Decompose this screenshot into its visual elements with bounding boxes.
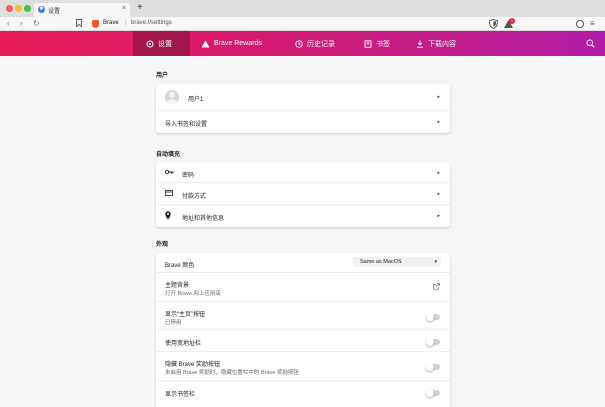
new-tab-button[interactable]: + (137, 2, 143, 13)
import-bookmarks-row[interactable]: 导入书签和设置 ▸ (156, 111, 450, 133)
wide-address-toggle[interactable] (426, 338, 440, 346)
payment-label: 付款方式 (182, 194, 207, 200)
hide-rewards-toggle[interactable] (426, 363, 440, 371)
wide-address-label: 使用宽地址栏 (165, 341, 202, 347)
chevron-right-icon: ▸ (437, 170, 440, 176)
autofill-card: 密码 ▸ 付款方式 ▸ 地址和其他信息 ▸ (156, 162, 450, 227)
nav-history[interactable]: 历史记录 (295, 31, 335, 56)
external-link-icon[interactable] (433, 283, 440, 290)
zoom-window-button[interactable] (24, 5, 31, 12)
passwords-row[interactable]: 密码 ▸ (156, 162, 450, 183)
address-separator: | (125, 20, 127, 26)
back-icon[interactable]: ‹ (7, 19, 10, 28)
bookmarks-bar-label: 显示书签栏 (165, 392, 196, 398)
reload-icon[interactable]: ↻ (33, 19, 40, 28)
download-icon (417, 40, 423, 48)
settings-header: 设置 Brave Rewards 历史记录 书签 下载内容 (0, 31, 605, 56)
forward-icon[interactable]: › (20, 19, 23, 28)
rewards-badge: 1 (509, 18, 515, 24)
nav-downloads-label: 下载内容 (428, 40, 456, 48)
credit-card-icon (165, 190, 173, 196)
theme-label: 主题背景 (165, 283, 190, 289)
home-button-row: 显示“主页”按钮 已停用 (156, 302, 450, 330)
chevron-right-icon: ▸ (437, 119, 440, 125)
triangle-icon (201, 40, 210, 47)
nav-bookmarks[interactable]: 书签 (364, 31, 390, 56)
addresses-label: 地址和其他信息 (182, 216, 225, 222)
gear-icon: ✱ (38, 6, 45, 13)
window-titlebar: ✱ 设置 × + (0, 0, 605, 17)
section-title-people: 用户 (156, 73, 169, 79)
key-icon (165, 169, 174, 175)
appearance-card: Brave 颜色 Same as MacOS ▾ 主题背景 打开 Brave 网… (156, 253, 450, 407)
profile-name: 用户1 (188, 97, 204, 103)
tab-title: 设置 (48, 9, 61, 15)
nav-downloads[interactable]: 下载内容 (416, 31, 456, 56)
theme-row[interactable]: 主题背景 打开 Brave 网上应用店 (156, 273, 450, 302)
menu-icon[interactable]: ≡ (590, 19, 595, 28)
chevron-right-icon: ▸ (437, 191, 440, 197)
nav-rewards-label: Brave Rewards (214, 40, 262, 47)
brave-colors-label: Brave 颜色 (165, 263, 195, 269)
section-title-autofill: 自动填充 (156, 152, 181, 158)
home-button-label: 显示“主页”按钮 (165, 312, 205, 318)
profile-row[interactable]: 用户1 ▸ (156, 84, 450, 111)
hide-rewards-sub: 未启用 Brave 奖励时，隐藏位置栏中的 Brave 奖励按钮 (165, 370, 299, 376)
home-button-sub: 已停用 (165, 320, 182, 326)
close-tab-icon[interactable]: × (122, 5, 126, 12)
profile-icon[interactable] (576, 20, 584, 28)
import-label: 导入书签和设置 (165, 122, 208, 128)
chevron-right-icon: ▸ (437, 94, 440, 100)
theme-sub: 打开 Brave 网上应用店 (165, 291, 221, 297)
passwords-label: 密码 (182, 173, 195, 179)
chevron-right-icon: ▸ (437, 213, 440, 219)
brave-logo-icon (92, 20, 99, 28)
minimize-window-button[interactable] (15, 5, 22, 12)
nav-brave-rewards[interactable]: Brave Rewards (201, 31, 262, 56)
home-button-toggle[interactable] (426, 313, 440, 321)
address-brand: Brave (103, 20, 119, 26)
wide-address-row: 使用宽地址栏 (156, 330, 450, 352)
nav-settings[interactable]: 设置 (133, 31, 190, 56)
close-window-button[interactable] (6, 5, 13, 12)
search-icon[interactable] (586, 39, 595, 48)
bookmark-icon (364, 39, 372, 48)
gear-icon (146, 40, 154, 47)
history-icon (295, 39, 303, 48)
address-url[interactable]: brave://settings (131, 20, 172, 26)
avatar (165, 90, 179, 104)
hide-rewards-label: 隐藏 Brave 奖励按钮 (165, 362, 221, 368)
brave-shields-icon[interactable] (489, 19, 498, 29)
bookmarks-bar-toggle[interactable] (426, 389, 440, 397)
nav-settings-label: 设置 (158, 40, 172, 48)
tab-settings[interactable]: ✱ 设置 × (34, 3, 130, 17)
nav-bookmarks-label: 书签 (376, 40, 390, 48)
bookmarks-bar-row: 显示书签栏 (156, 381, 450, 403)
brave-colors-row: Brave 颜色 Same as MacOS ▾ (156, 253, 450, 273)
chevron-down-icon: ▾ (434, 259, 437, 265)
section-title-appearance: 外观 (156, 242, 169, 248)
brave-colors-select[interactable]: Same as MacOS ▾ (353, 257, 441, 267)
bookmark-icon[interactable] (76, 19, 82, 29)
addresses-row[interactable]: 地址和其他信息 ▸ (156, 205, 450, 227)
hide-rewards-row: 隐藏 Brave 奖励按钮 未启用 Brave 奖励时，隐藏位置栏中的 Brav… (156, 352, 450, 381)
location-pin-icon (165, 211, 171, 220)
payment-row[interactable]: 付款方式 ▸ (156, 183, 450, 205)
address-toolbar: ‹ › ↻ Brave | brave://settings 1 ≡ (0, 17, 605, 31)
brave-colors-value: Same as MacOS (360, 259, 402, 265)
people-card: 用户1 ▸ 导入书签和设置 ▸ (156, 84, 450, 133)
nav-history-label: 历史记录 (307, 40, 335, 48)
